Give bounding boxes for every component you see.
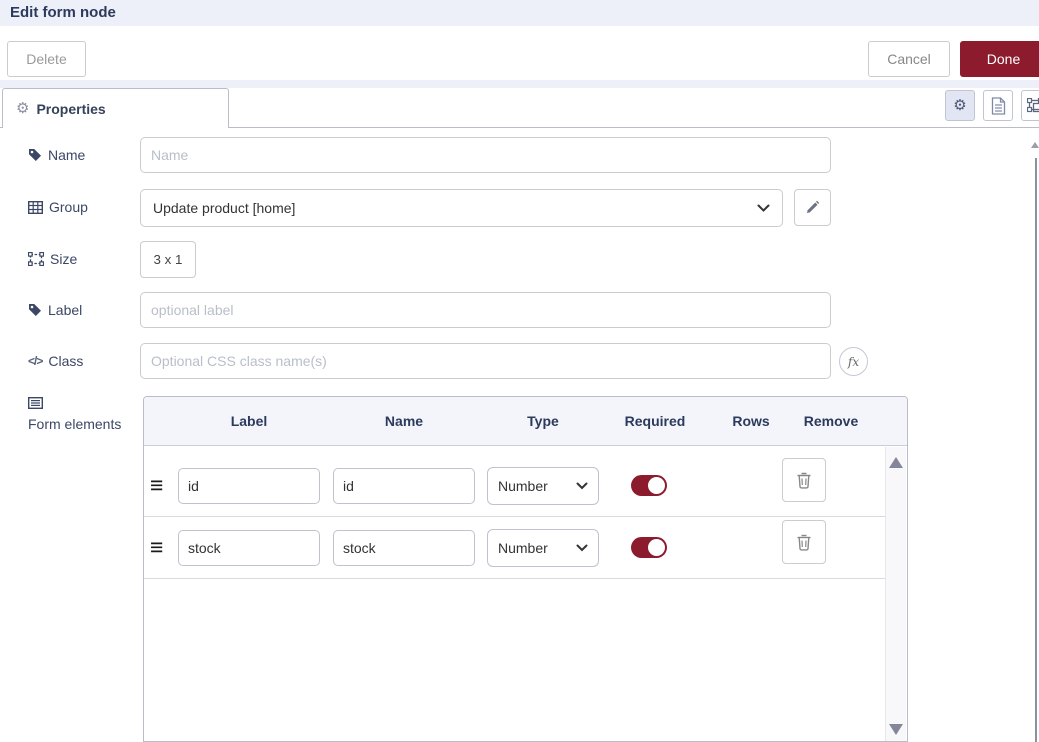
scroll-up-arrow-icon[interactable] [1031,142,1039,148]
column-header-rows: Rows [711,413,791,429]
group-select[interactable]: Update product [home] [140,189,783,227]
form-elements-field-label: Form elements [28,397,128,434]
name-label-text: Name [48,147,85,163]
appearance-view-button[interactable] [1021,90,1039,121]
document-icon [991,97,1006,115]
table-icon [28,201,43,214]
remove-element-button[interactable] [782,520,826,564]
size-button[interactable]: 3 x 1 [140,241,196,278]
element-type-value: Number [498,540,548,556]
fx-expression-button[interactable]: fx [839,347,868,376]
properties-panel: Name Group Update product [home] [0,128,1039,742]
toggle-knob [648,477,665,494]
tab-properties[interactable]: ⚙ Properties [2,88,229,128]
element-label-input[interactable] [178,530,320,566]
dialog-scrollbar[interactable] [1031,128,1039,742]
code-icon: </> [28,354,42,368]
scroll-down-arrow-icon[interactable] [889,724,903,735]
tag-icon [28,148,42,162]
scrollbar-thumb[interactable] [1035,158,1037,742]
description-view-button[interactable] [983,90,1013,121]
tab-bar: ⚙ Properties ⚙ [0,88,1039,128]
tab-properties-label: Properties [36,101,105,117]
scroll-up-arrow-icon[interactable] [889,457,903,468]
class-label-text: Class [48,353,83,369]
properties-view-button[interactable]: ⚙ [945,90,975,121]
size-label-text: Size [50,251,77,267]
chevron-down-icon [576,482,588,490]
column-header-type: Type [487,413,599,429]
class-field-label: </> Class [28,343,83,379]
trash-icon [796,533,812,551]
label-field-label: Label [28,292,82,328]
group-label-text: Group [49,199,88,215]
element-type-select[interactable]: Number [487,529,599,567]
element-type-select[interactable]: Number [487,467,599,505]
drag-handle-icon[interactable]: ≡ [150,536,170,559]
class-input[interactable] [140,343,831,379]
element-row: ≡ Number [144,517,885,579]
pencil-icon [805,200,820,215]
size-field-label: Size [28,241,77,277]
object-group-icon [1027,98,1039,114]
dialog-title: Edit form node [10,4,116,21]
dialog-header: Edit form node [0,0,1039,26]
form-elements-list: ≡ Number [144,446,907,579]
group-select-value: Update product [home] [153,200,295,216]
trash-icon [796,471,812,489]
column-header-name: Name [333,413,475,429]
required-toggle[interactable] [631,537,667,558]
element-label-input[interactable] [178,468,320,504]
column-header-label: Label [178,413,320,429]
tag-icon [28,303,42,317]
column-header-required: Required [599,413,711,429]
form-elements-table: Label Name Type Required Rows Remove ≡ N… [143,396,908,742]
name-field-label: Name [28,137,85,173]
element-row: ≡ Number [144,455,885,517]
remove-element-button[interactable] [782,458,826,502]
element-name-input[interactable] [333,530,475,566]
chevron-down-icon [757,204,770,212]
element-name-input[interactable] [333,468,475,504]
gear-icon: ⚙ [953,98,966,113]
list-icon [28,397,43,409]
toolbar-divider-strip [0,80,1039,88]
form-elements-label-text: Form elements [28,415,121,434]
dialog-toolbar: Delete Cancel Done [0,26,1039,80]
form-elements-table-header: Label Name Type Required Rows Remove [144,397,907,446]
label-label-text: Label [48,302,82,318]
element-type-value: Number [498,478,548,494]
required-toggle[interactable] [631,475,667,496]
object-group-icon [28,252,44,266]
name-input[interactable] [140,137,831,173]
delete-button[interactable]: Delete [7,41,86,77]
cancel-button[interactable]: Cancel [868,41,950,77]
drag-handle-icon[interactable]: ≡ [150,474,170,497]
done-button[interactable]: Done [960,41,1039,77]
chevron-down-icon [576,544,588,552]
toggle-knob [648,539,665,556]
group-field-label: Group [28,189,88,225]
elements-list-scrollbar[interactable] [885,447,906,741]
column-header-remove: Remove [791,413,871,429]
edit-group-button[interactable] [794,189,831,226]
edit-form-node-dialog: Edit form node Delete Cancel Done ⚙ Prop… [0,0,1039,742]
gear-icon: ⚙ [16,101,29,116]
label-input[interactable] [140,292,831,328]
